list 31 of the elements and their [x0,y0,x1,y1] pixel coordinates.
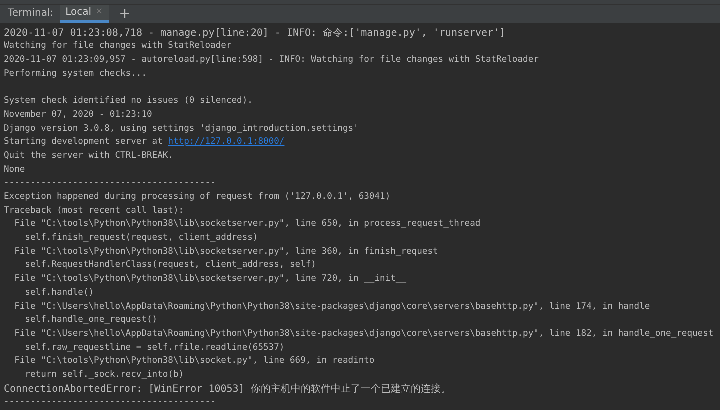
console-line: Django version 3.0.8, using settings 'django_introduction.settings' [4,122,360,136]
console-line: File "C:\Users\hello\AppData\Roaming\Python\Python38\site-packages\django\core\servers\basehttp.py", line 174, in handle [14,300,652,314]
console-line: Traceback (most recent call last): [4,204,186,218]
console-line: Quit the server with CTRL-BREAK. [4,150,174,163]
console-line: self.RequestHandlerClass(request, client_address, self) [24,259,318,272]
console-line: File "C:\tools\Python\Python38\lib\socket.py", line 669, in readinto [14,355,376,368]
console-line: File "C:\tools\Python\Python38\lib\socketserver.py", line 360, in finish_request [14,246,440,259]
console-line: None [4,164,26,177]
console-line: return self._sock.recv_into(b) [24,368,186,382]
console-line: 2020-11-07 01:23:08,718 - manage.py[line:20] - INFO: 命令:['manage.py', 'runserver'] [4,26,507,40]
terminal-tab[interactable]: Local × [60,4,110,23]
console-line: Exception happened during processing of request from ('127.0.0.1', 63041) [4,191,392,204]
console-line: System check identified no issues (0 silenced). [4,95,254,108]
console-line: ---------------------------------------- [4,396,217,410]
console-line: File "C:\tools\Python\Python38\lib\socketserver.py", line 650, in process_request_thread [14,218,482,232]
console-line: 2020-11-07 01:23:09,957 - autoreload.py[line:598] - INFO: Watching for file changes with StatReloader [4,54,540,68]
console-line: November 07, 2020 - 01:23:10 [4,108,154,122]
tool-window-title: Terminal: [8,8,54,20]
new-tab-button[interactable]: + [115,4,135,23]
console-line: Performing system checks... [4,68,148,81]
console-line: File "C:\tools\Python\Python38\lib\socketserver.py", line 720, in __init__ [14,273,408,286]
console-line: ---------------------------------------- [4,177,217,190]
server-link[interactable]: http://127.0.0.1:8000/ [168,137,285,148]
console-line: self.finish_request(request, client_address) [24,232,260,246]
console-line: self.raw_requestline = self.rfile.readline(65537) [24,342,286,355]
console-line: Watching for file changes with StatReloader [4,40,233,54]
console-line: self.handle_one_request() [24,314,159,328]
console-line: self.handle() [24,286,96,300]
console-line: File "C:\Users\hello\AppData\Roaming\Python\Python38\site-packages\django\core\servers\basehttp.py", line 182, in handle_one_request [14,328,715,341]
console-line: ConnectionAbortedError: [WinError 10053] 你的主机中的软件中止了一个已建立的连接。 [4,382,452,396]
console-line: Starting development server at http://127.0.0.1:8000/ [4,136,286,150]
